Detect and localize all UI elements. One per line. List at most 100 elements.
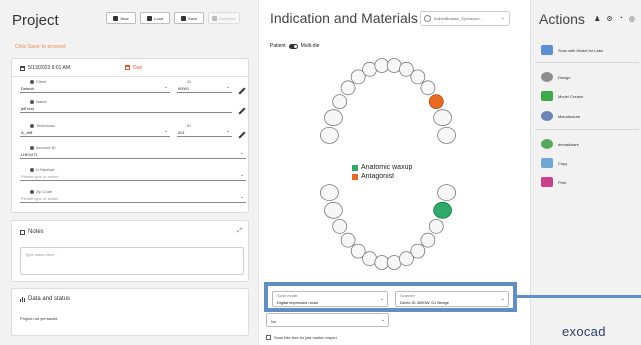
dentist-select[interactable]: D.Hauthat Please type or select ⌄ <box>20 167 246 181</box>
notes-textarea[interactable]: Type notes here... <box>20 247 244 275</box>
datetime-value: 5/13/2023 9:01 AM <box>28 65 70 71</box>
action-design[interactable]: Design <box>541 72 570 82</box>
chevron-down-icon: ⌄ <box>500 15 505 21</box>
action-copy-label: Copy <box>558 160 568 166</box>
indication-title: Indication and Materials <box>270 10 418 26</box>
due-date-button[interactable]: Due <box>125 65 142 71</box>
due-label: Due <box>133 65 143 71</box>
chevron-down-icon: ⌄ <box>379 296 384 302</box>
tooth[interactable] <box>428 94 444 109</box>
legend-label-waxup: Anatomic waxup <box>361 164 413 171</box>
legend-item: Anatomic waxup <box>352 163 412 172</box>
chevron-down-icon: ⌄ <box>239 194 244 200</box>
help-icon[interactable]: ◎ <box>629 15 635 23</box>
material-dropdown[interactable]: IndividBrowse_Operacion... ⌄ <box>420 11 510 26</box>
zip-select[interactable]: Zip Code Please type or select ⌄ <box>20 189 246 203</box>
action-print[interactable]: Print <box>541 177 566 187</box>
tooth[interactable] <box>319 184 339 202</box>
scan-mode-label: Scan mode <box>277 293 298 298</box>
name-label-wrap: Name <box>30 99 47 104</box>
zip-label-wrap: Zip Code <box>30 189 52 194</box>
name-label: Name <box>36 99 47 104</box>
scanner-select[interactable]: Scanner Dentx ID 3000W, DJ Bridge ⌄ <box>395 291 509 307</box>
notes-header: Notes <box>20 229 44 235</box>
tooth[interactable] <box>433 109 452 127</box>
account-value: LHE1071 <box>21 152 38 157</box>
tooth[interactable] <box>332 94 348 109</box>
tools-icon <box>30 123 34 128</box>
name-field[interactable]: Name jeff test <box>20 99 232 113</box>
document-icon <box>30 189 34 194</box>
client-select[interactable]: Client Default ⌄ <box>20 79 170 93</box>
technician-label: Technician <box>36 123 55 128</box>
edit-name-icon[interactable] <box>238 107 246 115</box>
dentalshare-icon <box>541 139 553 149</box>
save-button[interactable]: Save <box>174 12 204 24</box>
tooth[interactable] <box>433 201 452 219</box>
user-icon[interactable]: ♟ <box>594 15 600 23</box>
legend-swatch-antagonist <box>352 173 358 180</box>
duplicate-button[interactable]: Duplicate <box>208 12 240 24</box>
action-model-creator[interactable]: Model Creator <box>541 91 583 101</box>
copy-icon <box>541 158 553 168</box>
tooth[interactable] <box>437 184 457 202</box>
save-label: Save <box>187 15 198 21</box>
account-id-select[interactable]: Account ID LHE1071 ⌄ <box>20 145 246 159</box>
note-icon <box>20 229 25 235</box>
tooth[interactable] <box>410 243 426 259</box>
action-copy[interactable]: Copy <box>541 158 567 168</box>
expand-icon[interactable]: ⤢ <box>237 228 242 235</box>
account-label-wrap: Account ID <box>30 145 56 150</box>
tooth[interactable] <box>340 232 356 248</box>
edit-technician-icon[interactable] <box>238 131 246 139</box>
duplicate-label: Duplicate <box>219 15 236 21</box>
edit-client-icon[interactable] <box>238 87 246 95</box>
technician-select[interactable]: Technician A_Jeff ⌄ <box>20 123 170 137</box>
scan-mode-select[interactable]: Scan mode Digital impression scan ⌄ <box>272 291 388 307</box>
tooth[interactable] <box>374 255 390 270</box>
tooth[interactable] <box>323 109 343 127</box>
action-scan-label: Scan with Model for Labs <box>558 47 603 53</box>
checkbox-box[interactable] <box>266 335 271 340</box>
tooth[interactable] <box>340 80 356 96</box>
tooth[interactable] <box>420 232 436 248</box>
scanner-label: Scanner <box>400 293 415 298</box>
actions-title: Actions <box>539 11 585 27</box>
gear-icon[interactable]: ⚙ <box>606 15 612 23</box>
technician-id-label: ID <box>187 123 191 128</box>
project-details-card: 5/13/2023 9:01 AM Due Client Default ⌄ I… <box>11 58 249 213</box>
divider <box>12 76 248 77</box>
view-left-label: Patient <box>270 43 286 49</box>
toggle-switch[interactable] <box>288 43 298 49</box>
bell-icon[interactable]: ◔ <box>619 15 623 23</box>
tooth[interactable] <box>332 218 348 234</box>
person-icon <box>30 99 34 104</box>
bite-fork-label: Scan bite fork for jaw motion import <box>274 335 337 340</box>
tooth[interactable] <box>410 69 426 85</box>
folder-icon <box>147 15 153 21</box>
tooth[interactable] <box>323 201 343 219</box>
bite-fork-checkbox[interactable]: Scan bite fork for jaw motion import <box>266 335 337 340</box>
view-toggle[interactable]: Patient Multi-die <box>270 43 319 49</box>
technician-id-select[interactable]: ID 001 ⌄ <box>177 123 232 137</box>
client-id-select[interactable]: ID 00001 ⌄ <box>177 79 232 93</box>
technician-value: A_Jeff <box>21 130 33 135</box>
action-manufacture[interactable]: Manufacture <box>541 111 580 121</box>
name-value: jeff test <box>21 106 34 111</box>
new-button[interactable]: New <box>106 12 136 24</box>
action-dentalshare-label: dentalshare <box>558 141 579 147</box>
new-label: New <box>120 15 129 21</box>
chart-bars-icon <box>20 296 25 302</box>
datetime-field[interactable]: 5/13/2023 9:01 AM <box>20 65 70 71</box>
bite-select[interactable]: No ⌄ <box>266 313 389 327</box>
scan-settings-highlight: Scan mode Digital impression scan ⌄ Scan… <box>264 282 517 312</box>
tooth[interactable] <box>374 58 390 73</box>
load-button[interactable]: Load <box>140 12 170 24</box>
tooth[interactable] <box>428 218 444 234</box>
action-dentalshare[interactable]: dentalshare <box>541 139 579 149</box>
tooth[interactable] <box>319 127 339 144</box>
action-scan[interactable]: Scan with Model for Labs <box>541 45 603 55</box>
client-label-wrap: Client <box>30 79 46 84</box>
tooth[interactable] <box>420 80 436 96</box>
tooth[interactable] <box>437 127 457 144</box>
